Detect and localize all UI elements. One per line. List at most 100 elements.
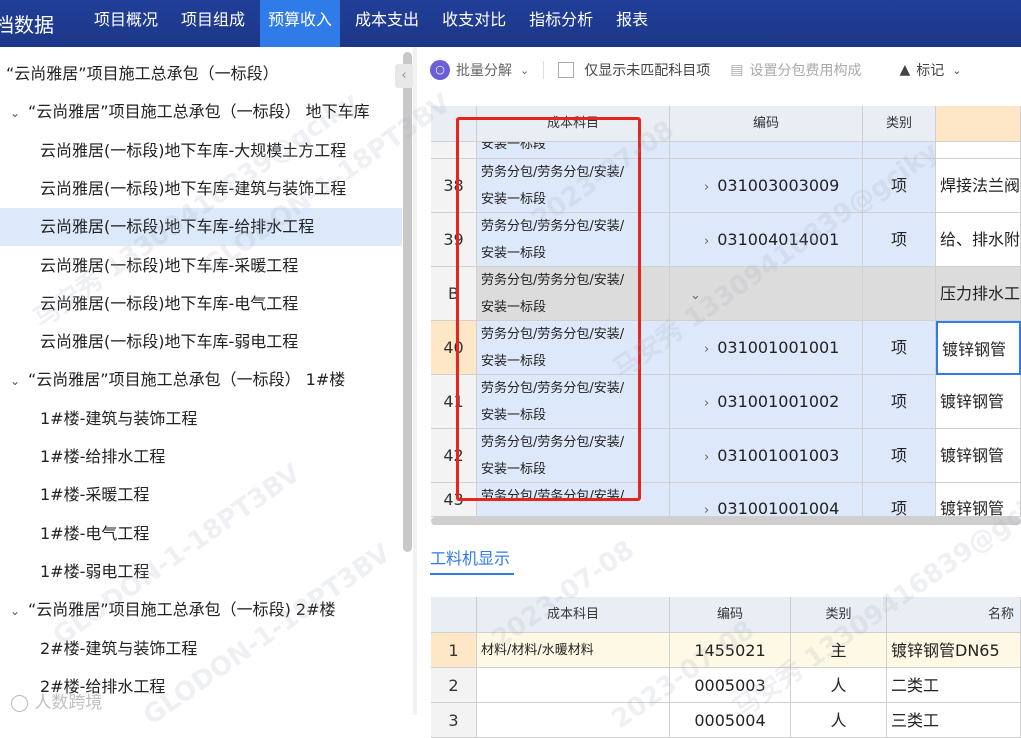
name-cell[interactable]: 镀锌钢管 [936, 429, 1021, 483]
cost-subject-cell[interactable]: 劳务分包/劳务分包/安装/安装一标段 [477, 429, 670, 483]
chevron-right-icon[interactable]: › [704, 342, 709, 357]
column-header[interactable]: 成本科目 [477, 106, 670, 142]
nav-tab-1[interactable]: 项目组成 [173, 0, 253, 47]
cost-subject-cell[interactable]: 劳务分包/劳务分包/安装/安装一标段 [477, 375, 670, 429]
set-subcontract-button[interactable]: ▤ 设置分包费用构成 [730, 60, 861, 80]
column-header-name[interactable] [936, 106, 1021, 142]
code-cell[interactable]: ⌄ [670, 267, 863, 321]
name-cell[interactable]: 压力排水工程 [936, 267, 1021, 321]
code-cell[interactable]: 0005004 [670, 703, 791, 738]
nav-tab-0[interactable]: 项目概况 [86, 0, 166, 47]
type-cell[interactable] [863, 142, 936, 159]
tree-item[interactable]: 1#楼-给排水工程 [0, 438, 402, 476]
type-cell[interactable]: 人 [791, 668, 887, 703]
tree-item[interactable]: ⌄ “云尚雅居”项目施工总承包（一标段） 地下车库 [0, 93, 402, 131]
nav-tab-4[interactable]: 收支对比 [434, 0, 514, 47]
cost-subject-cell[interactable]: 劳务分包/劳务分包/安装/安装一标段 [477, 267, 670, 321]
name-cell[interactable]: 三类工 [887, 703, 1021, 738]
column-header[interactable]: 类别 [863, 106, 936, 142]
tree-item[interactable]: 1#楼-建筑与装饰工程 [0, 400, 402, 438]
nav-tab-2[interactable]: 预算收入 [260, 0, 341, 47]
column-header[interactable]: 编码 [670, 597, 791, 633]
tree-item[interactable]: 云尚雅居(一标段)地下车库-弱电工程 [0, 323, 402, 361]
type-cell[interactable]: 项 [863, 429, 936, 483]
code-cell[interactable]: › 031001001001 [670, 321, 863, 375]
subject-cell[interactable]: 材料/材料/水暖材料 [477, 633, 670, 668]
chevron-right-icon[interactable]: › [704, 180, 709, 195]
tree-item[interactable]: 1#楼-电气工程 [0, 515, 402, 553]
tree-item[interactable]: 云尚雅居(一标段)地下车库-电气工程 [0, 285, 402, 323]
table-horizontal-scrollbar[interactable] [431, 517, 1021, 525]
chevron-right-icon[interactable]: › [704, 234, 709, 249]
code-cell[interactable]: › 031001001004 [670, 483, 863, 517]
tree-item[interactable]: ⌄ “云尚雅居”项目施工总承包（一标段) 2#楼 [0, 591, 402, 629]
cost-subject-cell[interactable]: 劳务分包/劳务分包/安装/安装一标段 [477, 213, 670, 267]
name-cell[interactable]: 给、排水附(配 [936, 213, 1021, 267]
nav-tab-5[interactable]: 指标分析 [521, 0, 601, 47]
mark-icon: ▲ [899, 62, 911, 78]
subject-cell[interactable] [477, 703, 670, 738]
cost-subject-cell[interactable]: 劳务分包/劳务分包/安装/安装一标段 [477, 159, 670, 213]
chevron-right-icon[interactable]: › [704, 450, 709, 465]
type-cell[interactable]: 项 [863, 213, 936, 267]
type-cell[interactable] [863, 267, 936, 321]
column-header[interactable]: 成本科目 [477, 597, 670, 633]
tree-item[interactable]: 云尚雅居(一标段)地下车库-采暖工程 [0, 247, 402, 285]
chevron-right-icon[interactable]: › [704, 396, 709, 411]
chevron-down-icon[interactable]: ⌄ [690, 288, 701, 303]
code-cell[interactable]: › 031001001003 [670, 429, 863, 483]
panel-splitter[interactable] [413, 47, 417, 715]
column-header[interactable]: 类别 [791, 597, 887, 633]
tree-item[interactable]: ⌄ “云尚雅居”项目施工总承包（一标段） 1#楼 [0, 361, 402, 399]
type-cell[interactable]: 人 [791, 703, 887, 738]
tree-item[interactable]: 1#楼-弱电工程 [0, 553, 402, 591]
name-cell[interactable]: 镀锌钢管 [936, 483, 1021, 517]
code-text: 031003003009 [717, 176, 840, 195]
name-cell[interactable]: 镀锌钢管 [936, 375, 1021, 429]
type-cell[interactable]: 项 [863, 375, 936, 429]
chevron-down-icon[interactable]: ⌄ [10, 592, 24, 630]
subject-cell[interactable] [477, 668, 670, 703]
name-cell[interactable]: 二类工 [887, 668, 1021, 703]
cost-subject-cell[interactable]: 安装一标段 [477, 142, 670, 159]
batch-decompose-button[interactable]: ○ 批量分解 ⌄ [430, 60, 529, 80]
chevron-right-icon[interactable]: › [704, 503, 709, 516]
code-cell[interactable]: › 031003003009 [670, 159, 863, 213]
tree-item[interactable]: 云尚雅居(一标段)地下车库-大规模土方工程 [0, 132, 402, 170]
name-cell[interactable]: 焊接法兰阀门 [936, 159, 1021, 213]
code-cell[interactable] [670, 142, 863, 159]
top-nav: 档数据 项目概况 项目组成 预算收入 成本支出 收支对比 指标分析 报表 [0, 0, 1021, 47]
name-cell[interactable]: 镀锌钢管DN65 [887, 633, 1021, 668]
code-cell[interactable]: 1455021 [670, 633, 791, 668]
code-cell[interactable]: 0005003 [670, 668, 791, 703]
name-cell[interactable] [936, 142, 1021, 159]
type-cell[interactable]: 项 [863, 483, 936, 517]
collapse-panel-button[interactable]: ‹ [395, 64, 413, 88]
tree-item[interactable]: 2#楼-建筑与装饰工程 [0, 630, 402, 668]
chevron-down-icon[interactable]: ⌄ [10, 94, 24, 132]
cost-subject-cell[interactable]: 劳务分包/劳务分包/安装/ [477, 483, 670, 517]
cost-subject-cell[interactable]: 劳务分包/劳务分包/安装/安装一标段 [477, 321, 670, 375]
tree-item[interactable]: 1#楼-采暖工程 [0, 476, 402, 514]
name-cell[interactable]: 镀锌钢管 [936, 321, 1021, 375]
mark-button[interactable]: ▲ 标记 ⌄ [899, 60, 961, 80]
code-cell[interactable]: › 031001001002 [670, 375, 863, 429]
tree-item[interactable]: 云尚雅居(一标段)地下车库-给排水工程 [0, 208, 402, 247]
tab-labor-material-machine[interactable]: 工料机显示 [430, 545, 510, 569]
code-cell[interactable]: › 031004014001 [670, 213, 863, 267]
tree-item[interactable]: “云尚雅居”项目施工总承包（一标段） [0, 55, 402, 93]
nav-tab-6[interactable]: 报表 [608, 0, 656, 47]
chevron-down-icon[interactable]: ⌄ [10, 362, 24, 400]
column-header[interactable]: 名称 [887, 597, 1021, 633]
row-number: 40 [431, 321, 477, 375]
only-unmatched-checkbox[interactable] [558, 62, 575, 78]
type-cell[interactable]: 项 [863, 159, 936, 213]
type-cell[interactable]: 项 [863, 321, 936, 375]
nav-tab-3[interactable]: 成本支出 [347, 0, 427, 47]
tree-item[interactable]: 云尚雅居(一标段)地下车库-建筑与装饰工程 [0, 170, 402, 208]
only-unmatched-toggle[interactable]: 仅显示未匹配科目项 [558, 60, 710, 80]
type-cell[interactable]: 主 [791, 633, 887, 668]
tree-scrollbar[interactable] [403, 52, 412, 552]
project-tree: “云尚雅居”项目施工总承包（一标段） ⌄ “云尚雅居”项目施工总承包（一标段） 地下… [0, 47, 402, 715]
column-header[interactable]: 编码 [670, 106, 863, 142]
